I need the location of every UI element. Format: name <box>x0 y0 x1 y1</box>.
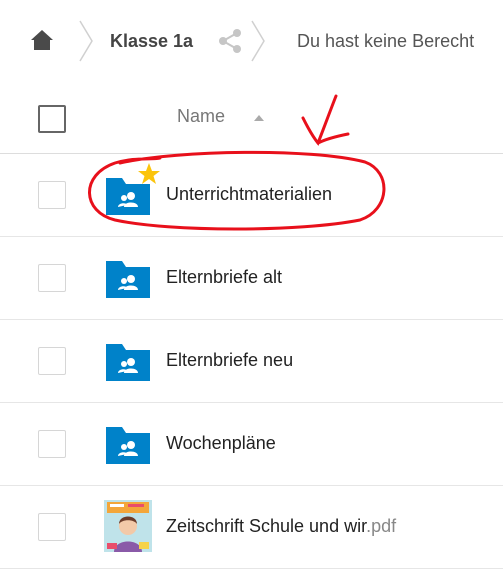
row-checkbox[interactable] <box>38 347 66 375</box>
file-list-header: Name <box>0 88 503 154</box>
file-name: Unterrichtmaterialien <box>166 184 333 204</box>
row-checkbox[interactable] <box>38 513 66 541</box>
shared-folder-icon <box>106 344 150 381</box>
breadcrumb-separator-icon <box>79 20 93 62</box>
table-row[interactable]: Elternbriefe alt <box>0 237 503 320</box>
sort-ascending-icon[interactable] <box>252 111 266 125</box>
shared-folder-icon <box>106 261 150 298</box>
share-icon[interactable] <box>216 27 244 55</box>
file-name: Zeitschrift Schule und wir.pdf <box>166 516 397 536</box>
table-row[interactable]: Elternbriefe neu <box>0 320 503 403</box>
select-all-checkbox[interactable] <box>38 105 66 133</box>
name-column-header[interactable]: Name <box>177 106 225 127</box>
file-name: Elternbriefe alt <box>166 267 283 287</box>
breadcrumb-current-folder[interactable]: Klasse 1a <box>110 31 193 52</box>
pdf-thumbnail-icon <box>104 500 152 552</box>
table-row[interactable]: Wochenpläne <box>0 403 503 486</box>
home-icon[interactable] <box>30 28 54 52</box>
shared-folder-icon <box>106 427 150 464</box>
row-checkbox[interactable] <box>38 264 66 292</box>
favorite-star-icon <box>138 163 160 184</box>
breadcrumb-separator-icon <box>251 20 265 62</box>
table-row[interactable]: Unterrichtmaterialien <box>0 154 503 237</box>
row-checkbox[interactable] <box>38 430 66 458</box>
file-name: Wochenpläne <box>166 433 276 453</box>
file-name: Elternbriefe neu <box>166 350 294 370</box>
breadcrumb: Klasse 1a Du hast keine Berecht <box>0 0 503 88</box>
table-row[interactable]: Zeitschrift Schule und wir.pdf <box>0 486 503 569</box>
permission-notice: Du hast keine Berecht <box>297 31 475 51</box>
row-checkbox[interactable] <box>38 181 66 209</box>
